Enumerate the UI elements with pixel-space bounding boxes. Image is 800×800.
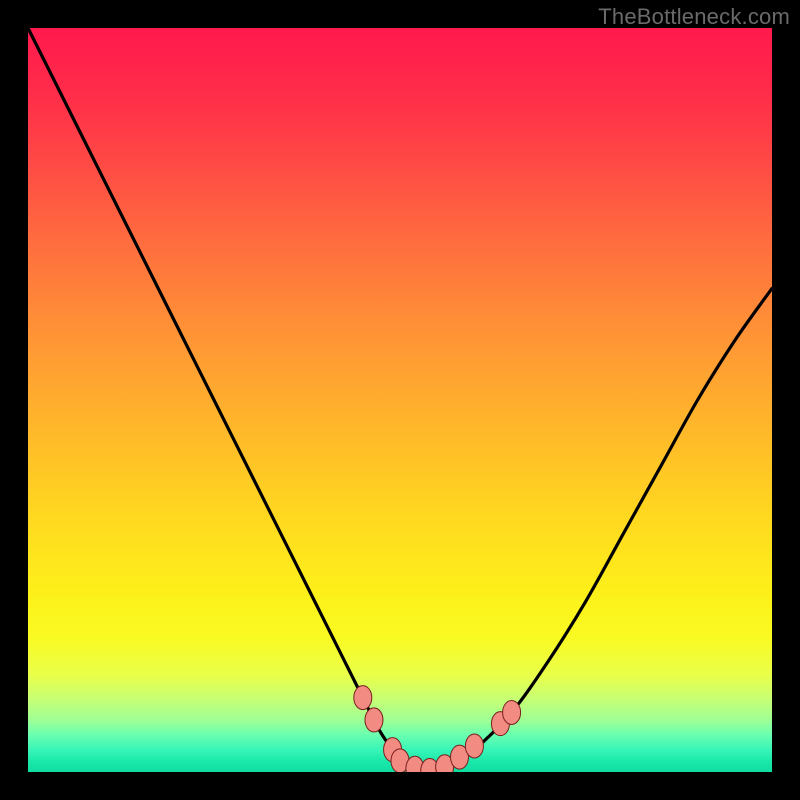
curve-line: [28, 28, 772, 772]
curve-marker: [354, 686, 372, 710]
curve-group: [28, 28, 772, 772]
curve-marker: [465, 734, 483, 758]
watermark-text: TheBottleneck.com: [598, 4, 790, 30]
bottleneck-curve: [28, 28, 772, 772]
curve-marker: [365, 708, 383, 732]
curve-marker: [503, 700, 521, 724]
curve-markers: [354, 686, 521, 772]
chart-frame: TheBottleneck.com: [0, 0, 800, 800]
plot-area: [28, 28, 772, 772]
